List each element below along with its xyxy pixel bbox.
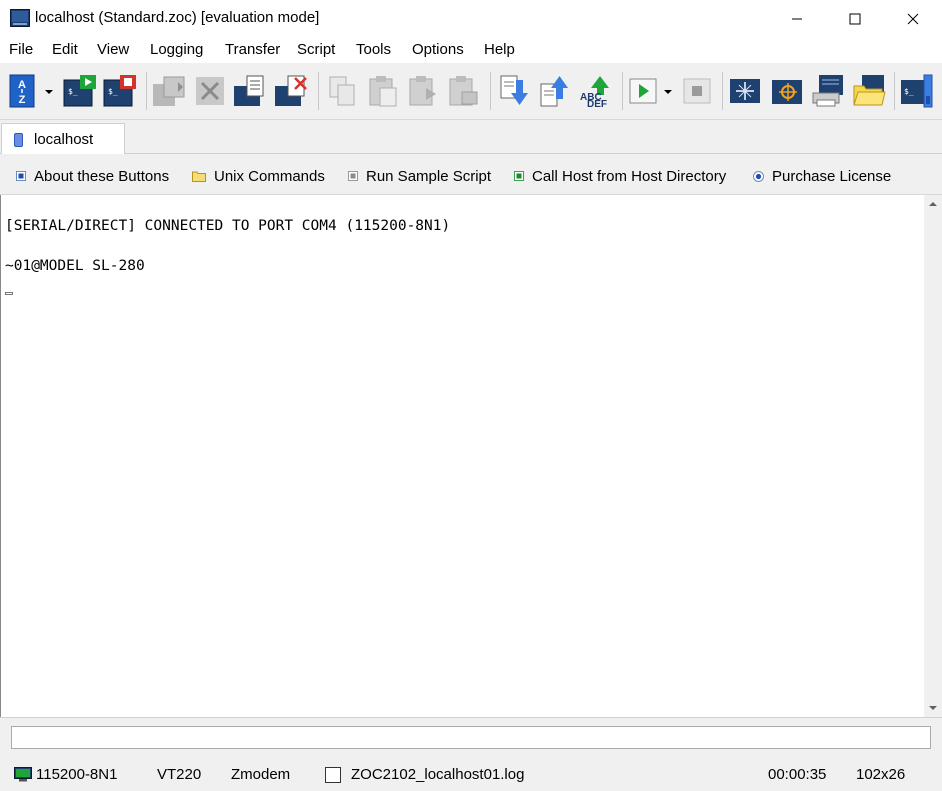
menu-logging[interactable]: Logging [150, 41, 203, 58]
menu-view[interactable]: View [97, 41, 129, 58]
telnet-icon[interactable] [770, 74, 804, 108]
folder-icon[interactable] [852, 74, 886, 108]
chevron-down-icon[interactable] [663, 89, 673, 95]
button-label: Call Host from Host Directory [532, 167, 727, 185]
maximize-icon [849, 13, 861, 24]
print-icon[interactable] [446, 74, 480, 108]
paste-icon[interactable] [366, 74, 400, 108]
paste-special-icon[interactable] [406, 74, 440, 108]
window-title: localhost (Standard.zoc) [evaluation mod… [35, 9, 320, 26]
minimize-icon [792, 18, 802, 19]
toolbar-separator [894, 72, 895, 110]
button-label: About these Buttons [34, 167, 170, 185]
session-icon [14, 133, 23, 147]
tab-label: localhost [34, 131, 94, 148]
host-directory-icon[interactable] [728, 74, 762, 108]
toolbar-separator [318, 72, 319, 110]
run-sample-script-button[interactable]: Run Sample Script [348, 167, 491, 185]
capture-stop-icon[interactable] [274, 74, 308, 108]
command-input[interactable] [11, 726, 931, 749]
close-icon [907, 13, 919, 24]
terminal-line: ~01@MODEL SL-280 [5, 258, 145, 274]
tab-localhost[interactable]: localhost [1, 123, 125, 155]
button-label: Run Sample Script [366, 167, 492, 185]
menu-script[interactable]: Script [297, 41, 335, 58]
run-script-icon[interactable] [628, 74, 662, 108]
disconnect-icon[interactable]: $_ [103, 74, 137, 108]
terminal-cursor [5, 292, 13, 295]
menu-options[interactable]: Options [412, 41, 464, 58]
connect-icon[interactable]: $_ [63, 74, 97, 108]
capture-icon[interactable] [233, 74, 267, 108]
minimize-button[interactable] [768, 0, 826, 37]
app-terminal-icon [10, 9, 30, 27]
menu-help[interactable]: Help [484, 41, 515, 58]
chevron-down-icon[interactable] [44, 89, 54, 95]
scroll-up-icon[interactable] [928, 201, 938, 207]
upload-icon[interactable] [538, 74, 572, 108]
folder-icon [192, 171, 206, 182]
svg-text:Z: Z [19, 94, 26, 106]
command-input-bar [0, 717, 942, 757]
button-label: Purchase License [772, 167, 892, 185]
translate-icon[interactable]: ABC DEF [579, 74, 613, 108]
unix-commands-button[interactable]: Unix Commands [192, 167, 325, 185]
toolbar-separator [490, 72, 491, 110]
toolbar-separator [722, 72, 723, 110]
blue-radio-icon [753, 170, 764, 182]
transfer-status[interactable]: Zmodem [231, 766, 290, 783]
printer-icon[interactable] [811, 74, 845, 108]
stop-script-icon[interactable] [681, 74, 715, 108]
menu-file[interactable]: File [9, 41, 33, 58]
call-host-button[interactable]: Call Host from Host Directory [514, 167, 726, 185]
green-square-icon [514, 171, 524, 181]
terminal-screen[interactable]: [SERIAL/DIRECT] CONNECTED TO PORT COM4 (… [0, 195, 924, 717]
button-label: Unix Commands [214, 167, 325, 185]
cancel-icon[interactable] [193, 74, 227, 108]
svg-text:$_: $_ [904, 87, 914, 96]
session-tab-bar: localhost [0, 119, 942, 155]
toolbar-separator [146, 72, 147, 110]
maximize-button[interactable] [826, 0, 884, 37]
download-icon[interactable] [498, 74, 532, 108]
purchase-license-button[interactable]: Purchase License [753, 167, 891, 185]
svg-text:$_: $_ [68, 87, 78, 96]
terminal-size-status: 102x26 [856, 766, 906, 783]
toolbar: A Z $_ $_ ABC DEF $_ [0, 63, 942, 119]
svg-text:DEF: DEF [587, 99, 607, 108]
menu-tools[interactable]: Tools [356, 41, 391, 58]
terminal-icon[interactable]: $_ [900, 74, 934, 108]
log-checkbox[interactable] [325, 767, 341, 783]
emulation-status[interactable]: VT220 [157, 766, 201, 783]
menu-edit[interactable]: Edit [52, 41, 78, 58]
logfile-status[interactable]: ZOC2102_localhost01.log [351, 766, 524, 783]
connection-status[interactable]: 115200-8N1 [36, 766, 117, 783]
terminal-line: [SERIAL/DIRECT] CONNECTED TO PORT COM4 (… [5, 218, 451, 234]
svg-text:$_: $_ [108, 87, 118, 96]
timer-status: 00:00:35 [768, 766, 827, 783]
connection-icon [14, 767, 32, 782]
about-buttons-button[interactable]: About these Buttons [16, 167, 169, 185]
blue-square-icon [16, 171, 26, 181]
vertical-scrollbar[interactable] [924, 195, 942, 717]
toolbar-separator [622, 72, 623, 110]
status-bar: 115200-8N1 VT220 Zmodem ZOC2102_localhos… [0, 757, 942, 791]
scroll-down-icon[interactable] [928, 705, 938, 711]
address-book-icon[interactable]: A Z [9, 74, 35, 108]
copy-screen-icon[interactable] [152, 74, 186, 108]
user-button-bar: About these Buttons Unix Commands Run Sa… [0, 154, 942, 195]
title-bar: localhost (Standard.zoc) [evaluation mod… [0, 0, 942, 37]
menu-bar: File Edit View Logging Transfer Script T… [0, 37, 942, 63]
gray-square-icon [348, 171, 358, 181]
close-button[interactable] [884, 0, 942, 37]
copy-icon[interactable] [326, 74, 360, 108]
menu-transfer[interactable]: Transfer [225, 41, 280, 58]
